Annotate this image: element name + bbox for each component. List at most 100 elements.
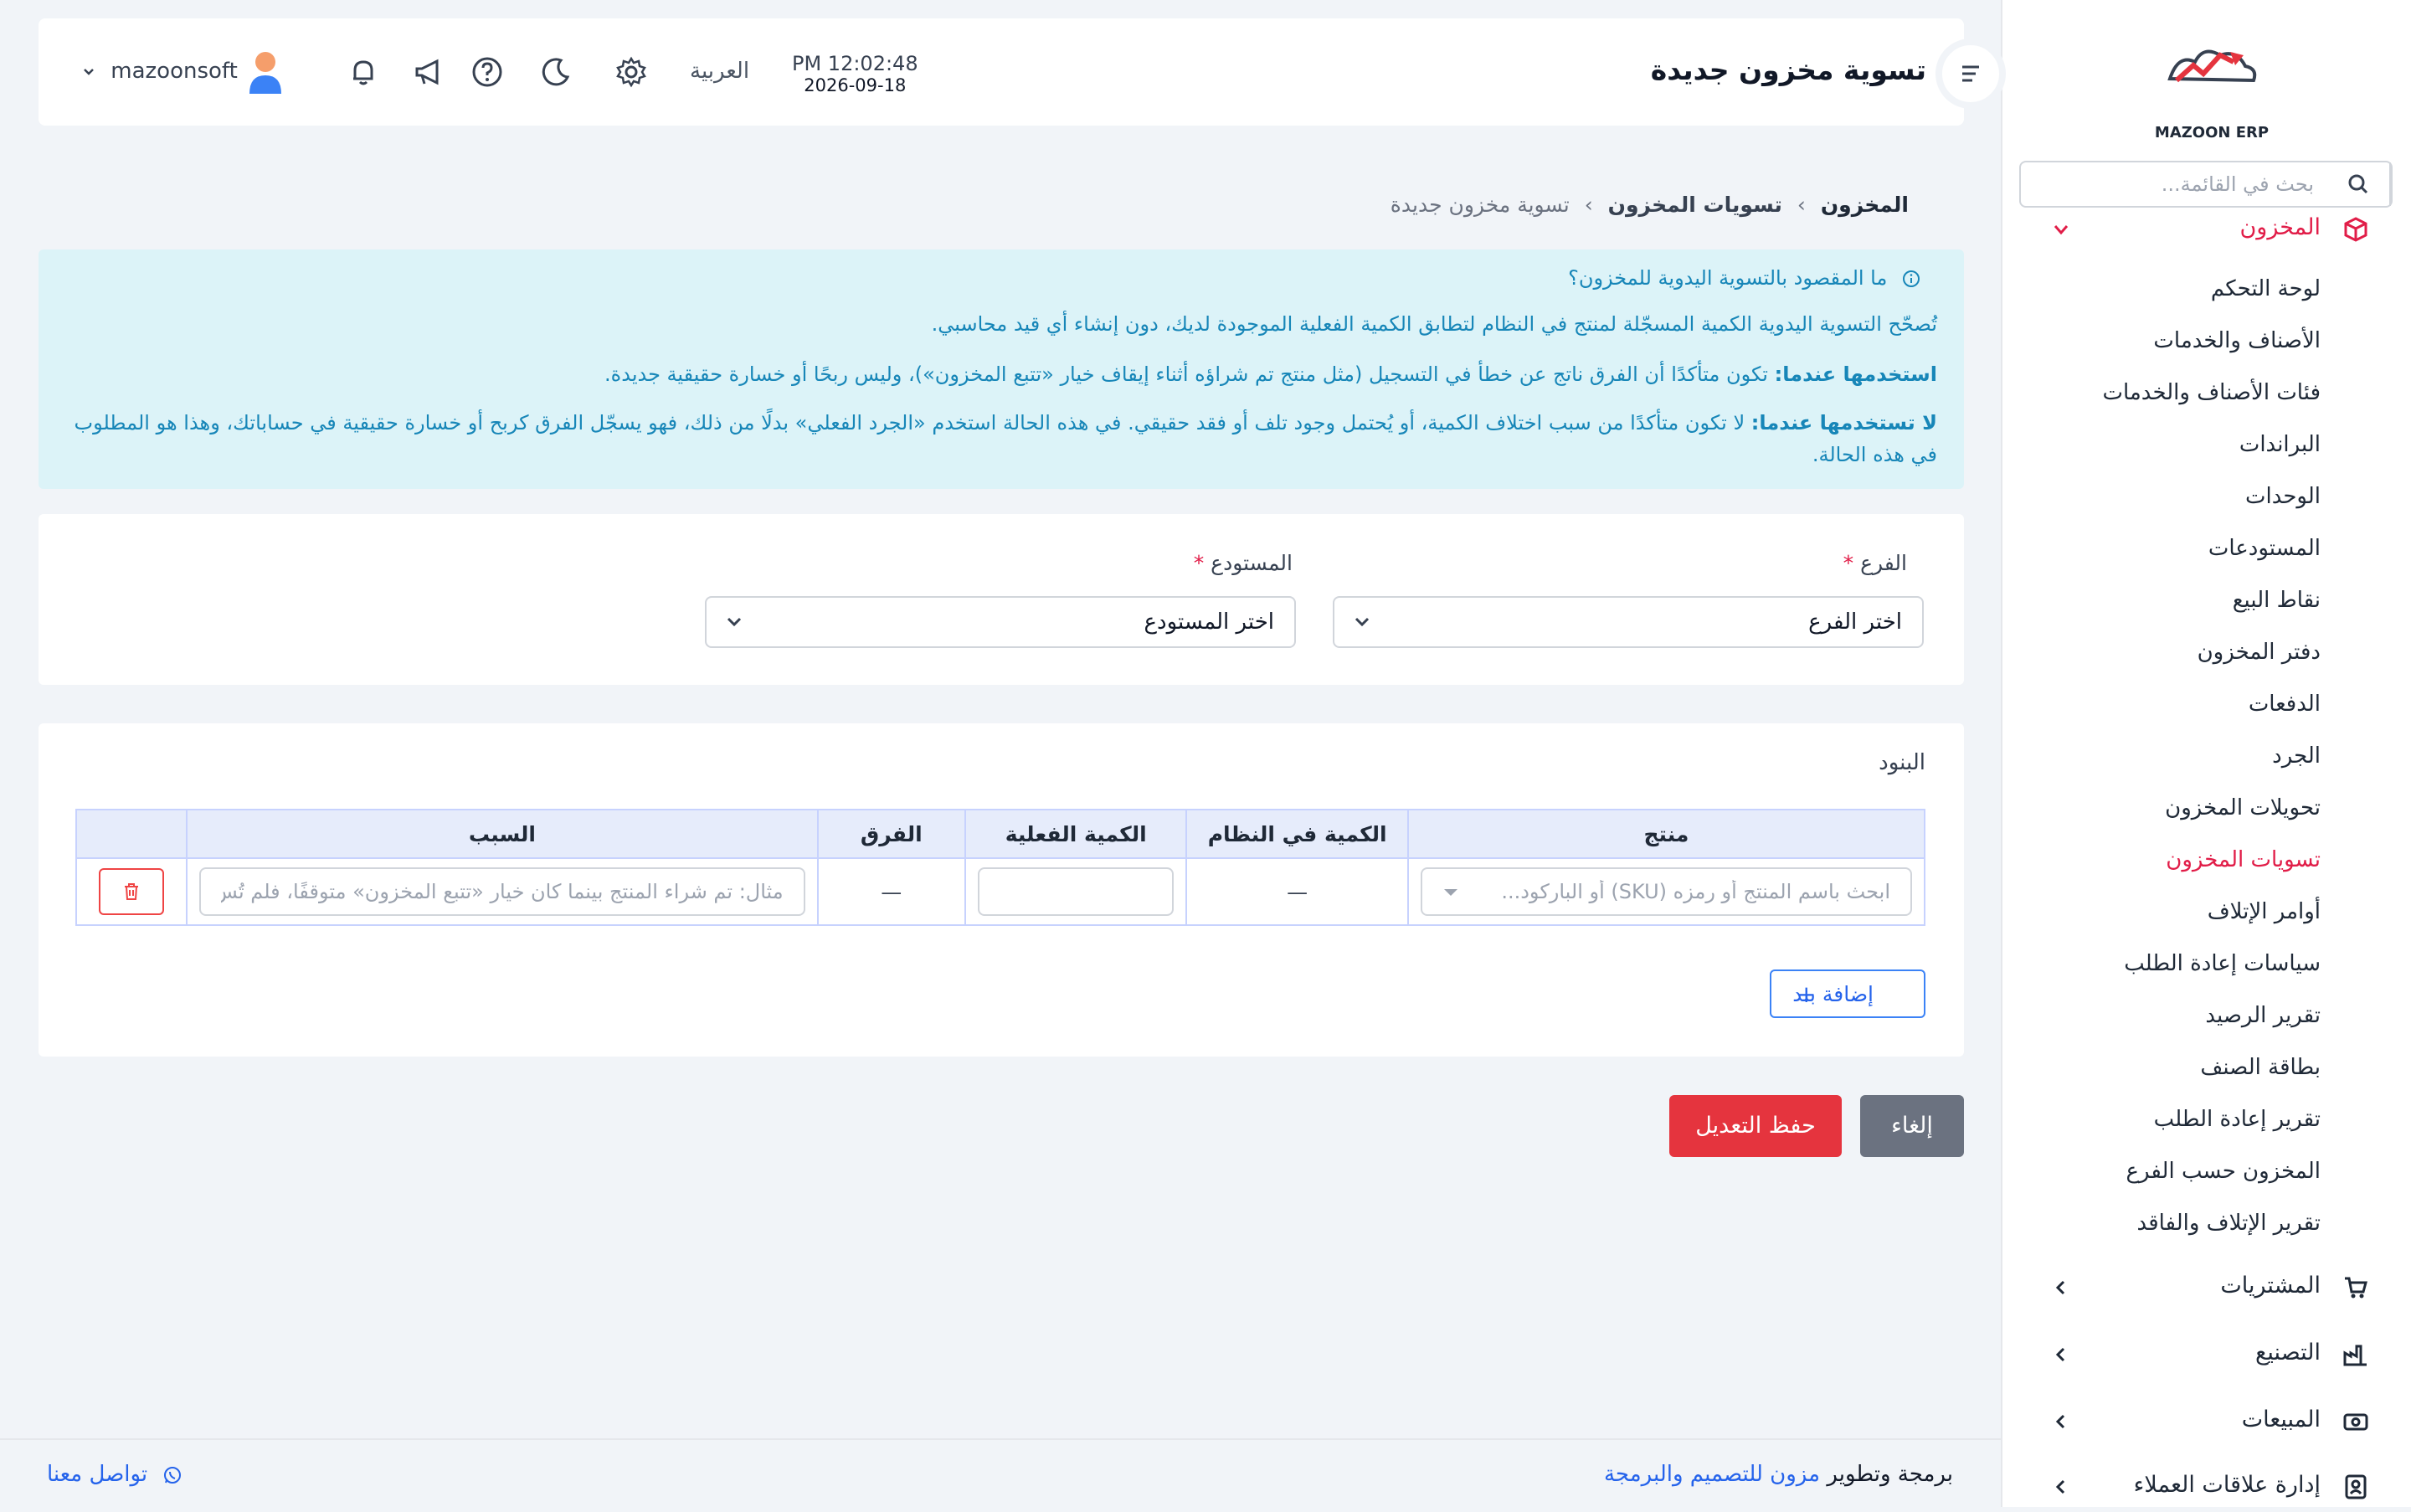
sidebar-subitem-ledger[interactable]: دفتر المخزون: [2198, 640, 2321, 665]
system-qty-cell: —: [1185, 857, 1409, 926]
sidebar-item-purchases[interactable]: المشتريات: [2001, 1263, 2411, 1313]
sidebar-subitem-items[interactable]: الأصناف والخدمات: [2153, 328, 2321, 353]
top-header: تسوية مخزون جديدة PM 12:02:48 2026-09-18…: [39, 18, 2006, 126]
chevron-down-icon: [2051, 219, 2071, 239]
sidebar-subitem-units[interactable]: الوحدات: [2245, 484, 2321, 509]
chevron-left-icon: [2051, 1345, 2071, 1365]
cancel-button[interactable]: إلغاء: [1860, 1095, 1964, 1157]
footer-credit-prefix: برمجة وتطوير: [1827, 1462, 1953, 1487]
moon-icon[interactable]: [539, 55, 573, 89]
sidebar-toggle-button[interactable]: [1935, 39, 2006, 109]
branch-select[interactable]: اختر الفرع: [1333, 596, 1924, 648]
items-card: البنود منتج الكمية في النظام الكمية الفع…: [39, 723, 1964, 1057]
sidebar-search-input[interactable]: [2039, 162, 2316, 206]
sidebar-subitem-transfers[interactable]: تحويلات المخزون: [2165, 795, 2321, 820]
difference-cell: —: [816, 857, 966, 926]
actual-qty-field[interactable]: [977, 867, 1175, 916]
sidebar-subitem-reorder-report[interactable]: تقرير إعادة الطلب: [2154, 1107, 2321, 1132]
sidebar-subitem-waste-report[interactable]: تقرير الإتلاف والفاقد: [2137, 1211, 2321, 1236]
avatar[interactable]: [246, 49, 285, 95]
save-button[interactable]: حفظ التعديل: [1669, 1095, 1842, 1157]
info-dont-use-when-text: لا تكون متأكدًا من سبب اختلاف الكمية، أو…: [74, 411, 1937, 466]
sidebar-subitem-categories[interactable]: فئات الأصناف والخدمات: [2102, 380, 2321, 405]
sidebar-subitem-pos[interactable]: نقاط البيع: [2233, 588, 2321, 613]
caret-down-icon: [1443, 889, 1457, 896]
info-question: ما المقصود بالتسوية اليدوية للمخزون؟: [1568, 266, 1920, 290]
actual-qty-input[interactable]: [979, 869, 1173, 914]
sidebar-item-label: المخزون: [2239, 214, 2321, 240]
info-paragraph-3: لا تستخدمها عندما: لا تكون متأكدًا من سب…: [69, 407, 1937, 471]
footer-credit: برمجة وتطوير مزون للتصميم والبرمجة: [1604, 1462, 1953, 1487]
sidebar-subitem-dashboard[interactable]: لوحة التحكم: [2211, 276, 2321, 301]
delete-row-button[interactable]: [99, 868, 165, 915]
reason-cell: [186, 857, 819, 926]
megaphone-icon[interactable]: [412, 55, 445, 89]
chevron-left-icon: [2051, 1278, 2071, 1298]
chevron-down-icon: [727, 617, 742, 627]
contact-us-label: تواصل معنا: [47, 1462, 148, 1487]
sidebar-item-inventory[interactable]: المخزون: [2001, 204, 2411, 255]
menu-icon: [1962, 65, 1979, 82]
contact-us-link[interactable]: تواصل معنا: [47, 1462, 182, 1487]
reason-input[interactable]: [201, 869, 804, 914]
product-search[interactable]: [1420, 867, 1912, 916]
chevron-left-icon: [2051, 1412, 2071, 1432]
help-icon[interactable]: [470, 55, 504, 89]
warehouse-select-value: اختر المستودع: [1144, 609, 1275, 635]
logo-icon: [2167, 49, 2257, 83]
sidebar-item-crm[interactable]: إدارة علاقات العملاء: [2001, 1462, 2411, 1512]
column-difference: الفرق: [816, 809, 966, 859]
branch-label: الفرع *: [1843, 551, 1907, 575]
search-icon[interactable]: [2329, 162, 2391, 206]
warehouse-select[interactable]: اختر المستودع: [705, 596, 1296, 648]
footer-credit-link[interactable]: مزون للتصميم والبرمجة: [1604, 1462, 1820, 1487]
sidebar-subitem-batches[interactable]: الدفعات: [2249, 692, 2321, 717]
clock: PM 12:02:48 2026-09-18: [792, 52, 918, 95]
page-title: تسوية مخزون جديدة: [1650, 54, 1926, 86]
sidebar-item-label: المشتريات: [2220, 1273, 2321, 1299]
bell-icon[interactable]: [347, 55, 380, 89]
contacts-icon: [2342, 1473, 2369, 1500]
factory-icon: [2342, 1341, 2369, 1368]
sidebar-item-sales[interactable]: المبيعات: [2001, 1396, 2411, 1447]
sidebar-search[interactable]: [2019, 161, 2393, 208]
sidebar-subitem-balance-report[interactable]: تقرير الرصيد: [2205, 1003, 2321, 1028]
footer: برمجة وتطوير مزون للتصميم والبرمجة تواصل…: [0, 1438, 2001, 1507]
sidebar-subitem-item-card[interactable]: بطاقة الصنف: [2200, 1055, 2321, 1080]
sidebar-subitem-warehouses[interactable]: المستودعات: [2208, 536, 2321, 561]
items-table: منتج الكمية في النظام الكمية الفعلية الف…: [75, 809, 1926, 926]
sidebar: MAZOON ERP المخزون لوحة التحكم الأصناف و…: [2001, 0, 2411, 1507]
clock-date: 2026-09-18: [804, 75, 907, 95]
user-menu[interactable]: mazoonsoft: [80, 59, 238, 84]
breadcrumb-adjustments[interactable]: تسويات المخزون: [1608, 193, 1782, 217]
actions-cell: [75, 857, 188, 926]
gear-icon[interactable]: [614, 55, 648, 89]
product-search-input[interactable]: [1421, 869, 1910, 914]
logo[interactable]: MAZOON ERP: [2153, 37, 2270, 141]
table-header-row: منتج الكمية في النظام الكمية الفعلية الف…: [75, 809, 1926, 859]
money-icon: [2342, 1408, 2369, 1435]
sidebar-subitem-waste-orders[interactable]: أوامر الإتلاف: [2208, 899, 2321, 924]
reason-field[interactable]: [199, 867, 805, 916]
sidebar-subitem-brands[interactable]: البراندات: [2239, 432, 2321, 457]
logo-text: MAZOON ERP: [2154, 124, 2270, 141]
items-title: البنود: [1879, 750, 1925, 775]
sidebar-subitem-adjustments[interactable]: تسويات المخزون: [2166, 847, 2321, 872]
sidebar-subitem-stocktake[interactable]: الجرد: [2272, 743, 2321, 769]
language-switcher[interactable]: العربية: [690, 59, 749, 84]
add-item-button[interactable]: إضافة بند +: [1770, 969, 1925, 1018]
sidebar-subitem-reorder-policies[interactable]: سياسات إعادة الطلب: [2124, 951, 2321, 976]
breadcrumb-separator: ›: [1797, 193, 1806, 217]
breadcrumb-separator: ›: [1584, 193, 1593, 217]
plus-icon: +: [1797, 980, 1817, 1008]
info-use-when-text: تكون متأكدًا أن الفرق ناتج عن خطأ في الت…: [604, 363, 1775, 386]
branch-select-value: اختر الفرع: [1808, 609, 1902, 635]
clock-time: PM 12:02:48: [792, 52, 918, 75]
box-icon: [2342, 216, 2369, 243]
sidebar-subitem-stock-by-branch[interactable]: المخزون حسب الفرع: [2126, 1159, 2321, 1184]
info-paragraph-2: استخدمها عندما: تكون متأكدًا أن الفرق نا…: [69, 358, 1937, 390]
warehouse-label: المستودع *: [1193, 551, 1293, 575]
sidebar-item-manufacturing[interactable]: التصنيع: [2001, 1329, 2411, 1380]
info-question-text: ما المقصود بالتسوية اليدوية للمخزون؟: [1568, 266, 1888, 290]
breadcrumb-inventory[interactable]: المخزون: [1821, 193, 1909, 217]
